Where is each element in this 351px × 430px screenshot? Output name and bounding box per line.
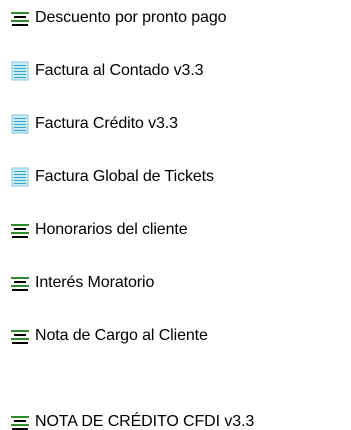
document-lines-icon <box>9 113 31 135</box>
list-item-label: Descuento por pronto pago <box>35 9 227 26</box>
list-item[interactable]: Factura al Contado v3.3 <box>0 57 351 85</box>
green-lines-icon <box>9 7 31 29</box>
green-lines-icon <box>9 325 31 347</box>
list-item[interactable]: NOTA DE CRÉDITO CFDI v3.3 <box>0 408 351 430</box>
green-lines-icon <box>9 219 31 241</box>
document-lines-icon <box>9 60 31 82</box>
list-item[interactable]: Honorarios del cliente <box>0 216 351 244</box>
list-item[interactable]: Factura Global de Tickets <box>0 163 351 191</box>
list-item-label: Interés Moratorio <box>35 274 155 291</box>
list-item-label: NOTA DE CRÉDITO CFDI v3.3 <box>35 413 255 430</box>
green-lines-icon <box>9 411 31 430</box>
list-item[interactable]: Descuento por pronto pago <box>0 4 351 32</box>
document-lines-icon <box>9 166 31 188</box>
list-item-label: Factura Global de Tickets <box>35 168 214 185</box>
list-item-label: Honorarios del cliente <box>35 221 188 238</box>
document-type-list: Descuento por pronto pago Factura al Con… <box>0 0 351 430</box>
list-item[interactable]: Interés Moratorio <box>0 269 351 297</box>
list-item-label: Nota de Cargo al Cliente <box>35 327 208 344</box>
list-item[interactable]: Nota de Cargo al Cliente <box>0 322 351 350</box>
list-item-label: Factura Crédito v3.3 <box>35 115 178 132</box>
list-item-label: Factura al Contado v3.3 <box>35 62 204 79</box>
green-lines-icon <box>9 272 31 294</box>
list-item[interactable]: Factura Crédito v3.3 <box>0 110 351 138</box>
